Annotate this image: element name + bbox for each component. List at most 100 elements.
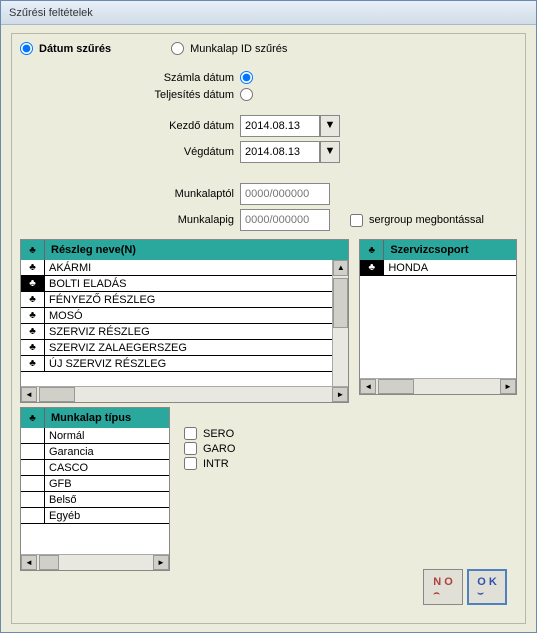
sero-checkbox-input[interactable] — [184, 427, 197, 440]
row-icon-cell: ♣ — [360, 260, 384, 275]
radio-datum-szures-input[interactable] — [20, 42, 33, 55]
sero-checkbox[interactable]: SERO — [184, 427, 235, 440]
reszleg-hscroll[interactable]: ◄ ► — [21, 386, 348, 402]
szerviz-header[interactable]: ♣ Szervizcsoport — [360, 240, 516, 260]
radio-szamla-datum[interactable] — [240, 71, 253, 84]
club-icon: ♣ — [369, 245, 376, 256]
kezdo-datum-label: Kezdő dátum — [20, 120, 240, 132]
table-row[interactable]: ♣ SZERVIZ RÉSZLEG — [21, 324, 332, 340]
sergroup-checkbox[interactable]: sergroup megbontással — [350, 214, 484, 227]
scroll-right-icon[interactable]: ► — [153, 555, 169, 570]
vegdatum-label: Végdátum — [20, 146, 240, 158]
row-text: ÚJ SZERVIZ RÉSZLEG — [45, 356, 332, 371]
club-icon: ♣ — [29, 326, 36, 337]
table-row[interactable]: Belső — [21, 492, 169, 508]
table-row[interactable]: ♣HONDA — [360, 260, 516, 276]
vegdatum-input[interactable] — [240, 141, 320, 163]
kezdo-datum-dropdown[interactable]: ▼ — [320, 115, 340, 137]
radio-datum-szures[interactable]: Dátum szűrés — [20, 42, 111, 55]
row-text: SZERVIZ RÉSZLEG — [45, 324, 332, 339]
szerviz-header-icon-cell: ♣ — [360, 240, 384, 260]
intr-checkbox[interactable]: INTR — [184, 457, 235, 470]
reszleg-vscroll[interactable]: ▲ — [332, 260, 348, 386]
filter-fieldset: Dátum szűrés Munkalap ID szűrés Számla d… — [11, 33, 526, 624]
szerviz-body[interactable]: ♣HONDA — [360, 260, 516, 378]
sergroup-checkbox-input[interactable] — [350, 214, 363, 227]
scroll-thumb[interactable] — [378, 379, 414, 394]
row-text: AKÁRMI — [45, 260, 332, 275]
row-text: FÉNYEZŐ RÉSZLEG — [45, 292, 332, 307]
scroll-right-icon[interactable]: ► — [332, 387, 348, 402]
garo-checkbox[interactable]: GARO — [184, 442, 235, 455]
row-icon-cell: ♣ — [21, 292, 45, 307]
row-text: BOLTI ELADÁS — [45, 276, 332, 291]
table-row[interactable]: Garancia — [21, 444, 169, 460]
scroll-right-icon[interactable]: ► — [500, 379, 516, 394]
munkalapig-row: Munkalapig sergroup megbontással — [20, 209, 517, 231]
club-icon: ♣ — [29, 294, 36, 305]
chevron-down-icon: ▼ — [325, 119, 336, 131]
teljesites-datum-label: Teljesítés dátum — [20, 89, 240, 101]
table-row[interactable]: ♣SZERVIZ ZALAEGERSZEG — [21, 340, 332, 356]
table-row[interactable]: ♣ AKÁRMI — [21, 260, 332, 276]
club-icon: ♣ — [29, 358, 36, 369]
table-row[interactable]: ♣BOLTI ELADÁS — [21, 276, 332, 292]
munkalap-header[interactable]: ♣ Munkalap típus — [21, 408, 169, 428]
title-bar[interactable]: Szűrési feltételek — [1, 1, 536, 25]
reszleg-header-icon-cell: ♣ — [21, 240, 45, 260]
ok-button[interactable]: O K⌣ — [467, 569, 507, 605]
munkalaptol-input[interactable] — [240, 183, 330, 205]
munkalap-body[interactable]: NormálGaranciaCASCOGFBBelsőEgyéb — [21, 428, 169, 554]
sergroup-label: sergroup megbontással — [369, 214, 484, 226]
type-checkboxes: SERO GARO INTR — [178, 407, 235, 571]
row-icon-cell: ♣ — [21, 260, 45, 275]
table-row[interactable]: Egyéb — [21, 508, 169, 524]
reszleg-body[interactable]: ♣AKÁRMI♣BOLTI ELADÁS♣FÉNYEZŐ RÉSZLEG♣MOS… — [21, 260, 332, 386]
scroll-left-icon[interactable]: ◄ — [21, 555, 37, 570]
club-icon: ♣ — [29, 262, 36, 273]
garo-label: GARO — [203, 443, 235, 455]
radio-teljesites-datum[interactable] — [240, 88, 253, 101]
ok-button-label: O K — [477, 576, 497, 588]
vegdatum-row: Végdátum ▼ — [20, 141, 517, 163]
intr-checkbox-input[interactable] — [184, 457, 197, 470]
row-icon-cell: ♣ — [21, 324, 45, 339]
szerviz-hscroll[interactable]: ◄ ► — [360, 378, 516, 394]
munkalaptol-label: Munkalaptól — [20, 188, 240, 200]
table-row[interactable]: Normál — [21, 428, 169, 444]
row-text: Belső — [45, 492, 169, 507]
row-text: SZERVIZ ZALAEGERSZEG — [45, 340, 332, 355]
munkalaptol-row: Munkalaptól — [20, 183, 517, 205]
radio-munkalap-id-szures[interactable]: Munkalap ID szűrés — [171, 42, 287, 55]
scroll-thumb[interactable] — [333, 278, 348, 328]
row-icon-cell — [21, 508, 45, 523]
munkalap-hscroll[interactable]: ◄ ► — [21, 554, 169, 570]
radio-munkalap-id-input[interactable] — [171, 42, 184, 55]
garo-checkbox-input[interactable] — [184, 442, 197, 455]
scroll-thumb[interactable] — [39, 387, 75, 402]
scroll-thumb[interactable] — [39, 555, 59, 570]
filter-mode-row: Dátum szűrés Munkalap ID szűrés — [20, 42, 517, 55]
table-row[interactable]: ♣ ÚJ SZERVIZ RÉSZLEG — [21, 356, 332, 372]
table-row[interactable]: ♣MOSÓ — [21, 308, 332, 324]
table-row[interactable]: ♣ FÉNYEZŐ RÉSZLEG — [21, 292, 332, 308]
scroll-up-icon[interactable]: ▲ — [333, 260, 348, 276]
munkalap-panel: ♣ Munkalap típus NormálGaranciaCASCOGFBB… — [20, 407, 170, 571]
row-text: Garancia — [45, 444, 169, 459]
vegdatum-dropdown[interactable]: ▼ — [320, 141, 340, 163]
reszleg-header[interactable]: ♣ Részleg neve(N) — [21, 240, 348, 260]
szerviz-header-text: Szervizcsoport — [384, 244, 516, 256]
reszleg-panel: ♣ Részleg neve(N) ♣AKÁRMI♣BOLTI ELADÁS♣F… — [20, 239, 349, 403]
row-icon-cell: ♣ — [21, 356, 45, 371]
dialog-window: Szűrési feltételek Dátum szűrés Munkalap… — [0, 0, 537, 633]
scroll-left-icon[interactable]: ◄ — [21, 387, 37, 402]
kezdo-datum-input[interactable] — [240, 115, 320, 137]
sad-face-icon: ⌢ — [433, 588, 453, 599]
no-button[interactable]: N O⌢ — [423, 569, 463, 605]
table-row[interactable]: CASCO — [21, 460, 169, 476]
table-row[interactable]: GFB — [21, 476, 169, 492]
scroll-left-icon[interactable]: ◄ — [360, 379, 376, 394]
no-button-label: N O — [433, 576, 453, 588]
munkalapig-input[interactable] — [240, 209, 330, 231]
row-text: MOSÓ — [45, 308, 332, 323]
